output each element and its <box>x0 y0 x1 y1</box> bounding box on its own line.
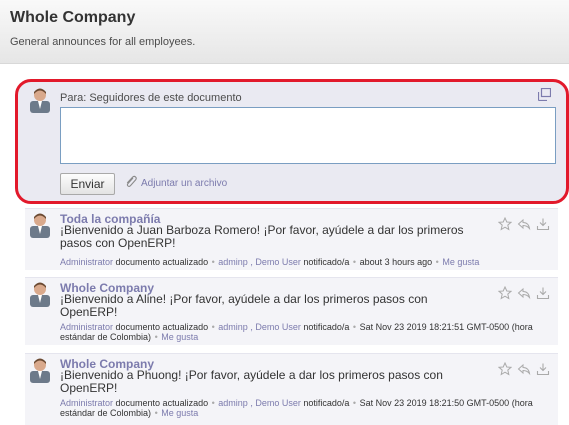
meta-notified-label: notificado/a <box>303 322 350 332</box>
like-link[interactable]: Me gusta <box>442 257 479 267</box>
message-item: Toda la compañía ¡Bienvenido a Juan Barb… <box>25 208 558 270</box>
meta-separator: • <box>352 257 357 267</box>
message-body: ¡Bienvenido a Phuong! ¡Por favor, ayúdel… <box>60 368 443 395</box>
meta-notified-link[interactable]: Demo User <box>255 322 301 332</box>
meta-notified-label: notificado/a <box>303 257 350 267</box>
send-button[interactable]: Enviar <box>60 173 115 195</box>
avatar <box>30 87 50 116</box>
group-header: Whole Company General announces for all … <box>0 0 569 64</box>
meta-author-link[interactable]: Administrator <box>60 398 113 408</box>
message-meta: Administrator documento actualizado • ad… <box>60 257 480 267</box>
group-title: Whole Company <box>10 9 136 26</box>
meta-author-link[interactable]: Administrator <box>60 257 113 267</box>
reply-icon[interactable] <box>517 286 531 303</box>
message-actions <box>497 216 550 234</box>
meta-notified-link[interactable]: adminp <box>218 322 248 332</box>
message-body: ¡Bienvenido a Juan Barboza Romero! ¡Por … <box>60 223 464 250</box>
meta-action: documento actualizado <box>115 257 209 267</box>
attach-file-link[interactable]: Adjuntar un archivo <box>124 175 227 192</box>
reply-icon[interactable] <box>517 217 531 234</box>
message-meta: Administrator documento actualizado • ad… <box>60 322 533 342</box>
meta-notified-label: notificado/a <box>303 398 350 408</box>
message-actions <box>497 361 550 379</box>
like-link[interactable]: Me gusta <box>161 332 198 342</box>
meta-action: documento actualizado <box>115 398 209 408</box>
meta-author-link[interactable]: Administrator <box>60 322 113 332</box>
like-link[interactable]: Me gusta <box>161 408 198 418</box>
attach-file-label: Adjuntar un archivo <box>141 178 228 189</box>
meta-separator: • <box>154 332 158 342</box>
message-item: Whole Company ¡Bienvenido a Aline! ¡Por … <box>25 277 558 345</box>
meta-separator: • <box>154 408 158 418</box>
meta-notified-link[interactable]: adminp <box>218 398 248 408</box>
message-input[interactable] <box>60 107 556 164</box>
message-actions <box>497 285 550 303</box>
message-meta: Administrator documento actualizado • ad… <box>60 398 533 418</box>
download-icon[interactable] <box>536 217 550 234</box>
message-item: Whole Company ¡Bienvenido a Phuong! ¡Por… <box>25 353 558 425</box>
reply-icon[interactable] <box>517 362 531 379</box>
paperclip-icon <box>124 175 138 192</box>
meta-separator: • <box>352 322 357 332</box>
meta-separator: • <box>211 257 215 267</box>
page: Whole Company General announces for all … <box>0 0 569 425</box>
meta-separator: • <box>211 322 215 332</box>
meta-action: documento actualizado <box>115 322 209 332</box>
meta-notified-link[interactable]: Demo User <box>255 398 301 408</box>
message-composer: Para: Seguidores de este documento Envia… <box>15 79 569 204</box>
recipients-label: Para: Seguidores de este documento <box>60 92 242 104</box>
group-description: General announces for all employees. <box>10 36 196 48</box>
star-icon[interactable] <box>497 285 513 303</box>
meta-notified-link[interactable]: adminp <box>218 257 248 267</box>
meta-timestamp: about 3 hours ago <box>359 257 433 267</box>
star-icon[interactable] <box>497 361 513 379</box>
meta-notified-link[interactable]: Demo User <box>255 257 301 267</box>
star-icon[interactable] <box>497 216 513 234</box>
avatar <box>30 281 50 310</box>
meta-separator: • <box>435 257 439 267</box>
message-body: ¡Bienvenido a Aline! ¡Por favor, ayúdele… <box>60 292 428 319</box>
download-icon[interactable] <box>536 286 550 303</box>
meta-separator: • <box>211 398 215 408</box>
avatar <box>30 212 50 241</box>
meta-separator: • <box>352 398 357 408</box>
download-icon[interactable] <box>536 362 550 379</box>
avatar <box>30 357 50 386</box>
expand-icon[interactable] <box>537 87 552 104</box>
